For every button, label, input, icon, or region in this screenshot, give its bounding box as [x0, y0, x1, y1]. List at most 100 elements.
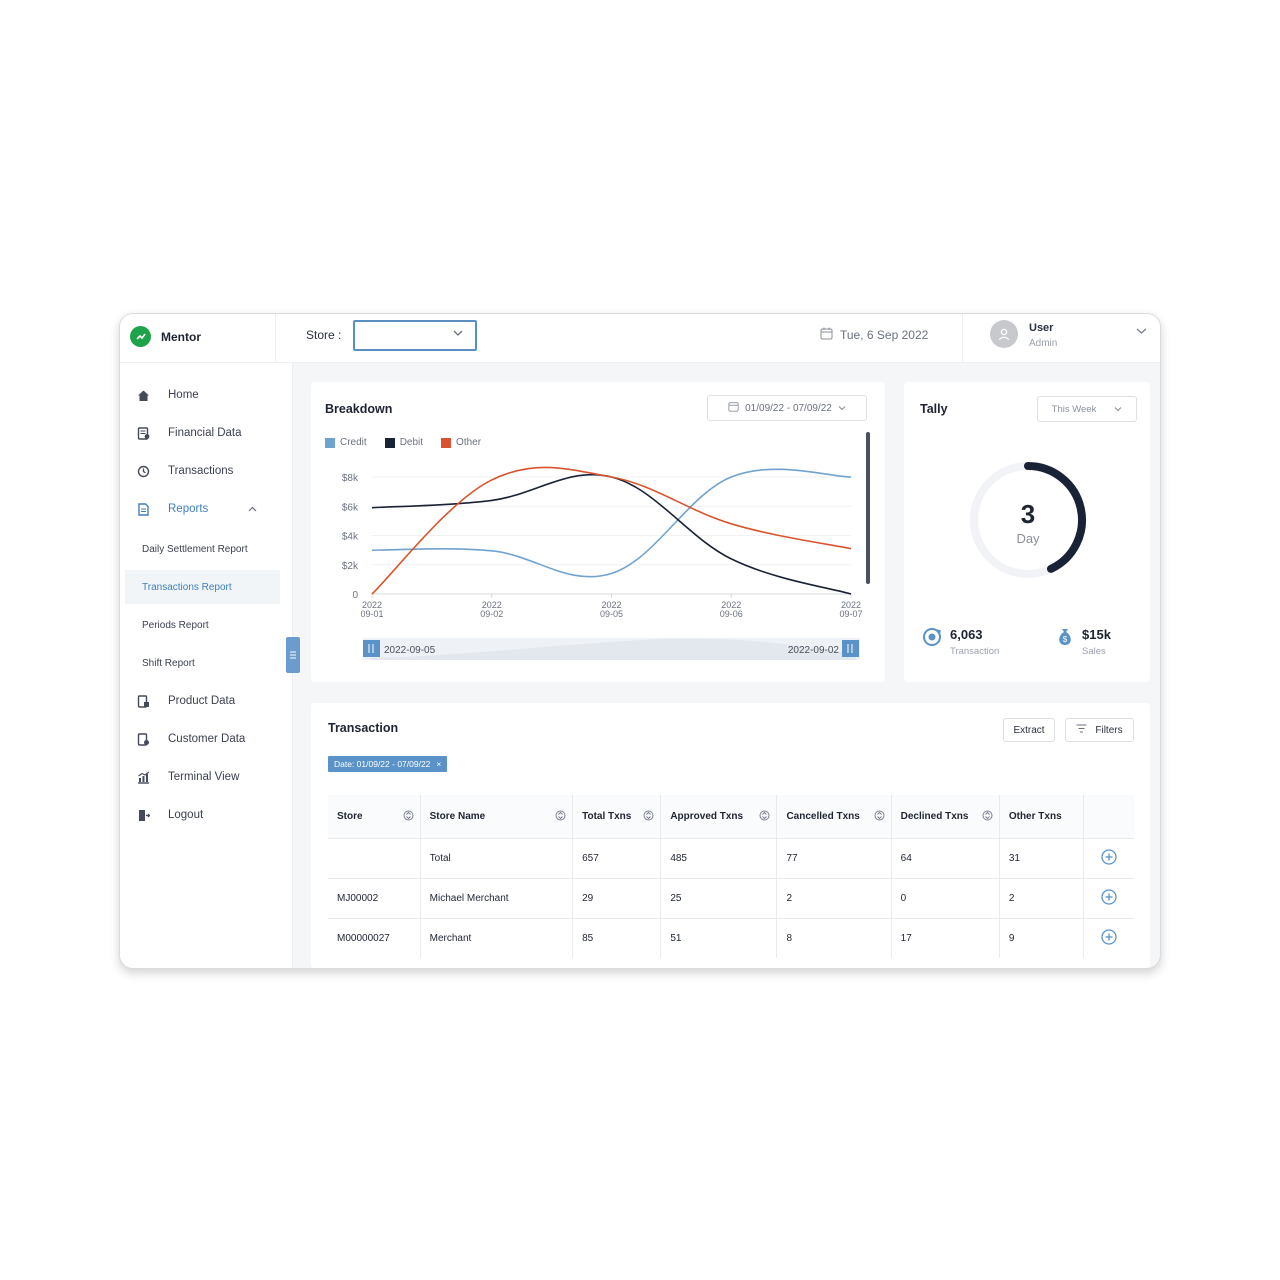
column-header-approved-txns[interactable]: Approved Txns — [660, 795, 778, 839]
sidebar-subitem-transactions-report[interactable]: Transactions Report — [125, 570, 280, 604]
sidebar-subitem-periods-report[interactable]: Periods Report — [125, 608, 280, 642]
table-row[interactable]: M00000027 Merchant 85 51 8 17 9 — [328, 918, 1134, 958]
transaction-title: Transaction — [328, 721, 399, 735]
column-header-total-txns[interactable]: Total Txns — [572, 795, 662, 839]
range-slider-end-label: 2022-09-02 — [788, 645, 840, 656]
sidebar-subitem-label: Periods Report — [142, 619, 209, 631]
close-icon[interactable]: × — [436, 759, 441, 769]
range-slider[interactable]: 2022-09-05 2022-09-02 — [363, 638, 860, 660]
gauge-unit: Day — [1016, 531, 1040, 546]
sidebar-item-label: Reports — [168, 503, 209, 515]
divider — [275, 314, 276, 362]
table-header-row: Store Store Name Total Txns Approved Txn… — [328, 795, 1134, 839]
plus-circle-icon — [1101, 889, 1117, 905]
sidebar-collapse-handle[interactable] — [286, 637, 300, 673]
extract-button[interactable]: Extract — [1003, 718, 1055, 742]
user-menu-chevron-icon[interactable] — [1136, 326, 1147, 338]
range-slider-handle-left[interactable] — [363, 640, 380, 657]
date-text: Tue, 6 Sep 2022 — [840, 328, 929, 342]
y-tick-label: 0 — [352, 590, 358, 601]
sidebar-item-logout[interactable]: Logout — [136, 805, 203, 825]
logout-icon — [136, 808, 150, 822]
column-header-actions — [1083, 795, 1134, 839]
expand-row-button[interactable] — [1083, 838, 1134, 879]
column-header-store[interactable]: Store — [328, 795, 421, 839]
cell-store: MJ00002 — [328, 878, 421, 919]
sort-icon — [555, 810, 566, 821]
sidebar-subitem-daily-settlement-report[interactable]: Daily Settlement Report — [125, 532, 280, 566]
expand-row-button[interactable] — [1083, 918, 1134, 958]
extract-label: Extract — [1013, 724, 1045, 736]
column-header-label: Store Name — [429, 811, 486, 822]
tally-title: Tally — [920, 402, 948, 416]
drag-handle-icon — [290, 651, 296, 659]
range-slider-handle-right[interactable] — [842, 640, 859, 657]
table-row[interactable]: MJ00002 Michael Merchant 29 25 2 0 2 — [328, 878, 1134, 919]
calendar-icon — [820, 327, 833, 343]
sidebar-subitem-label: Daily Settlement Report — [142, 543, 248, 555]
cell-store-name: Michael Merchant — [420, 878, 574, 919]
current-date: Tue, 6 Sep 2022 — [820, 327, 928, 343]
series-line-credit — [371, 468, 852, 578]
sidebar: Home Financial Data Transactions Reports… — [120, 363, 293, 968]
avatar[interactable] — [990, 320, 1018, 348]
chevron-up-icon — [248, 503, 257, 515]
sidebar-item-label: Product Data — [168, 695, 236, 707]
filters-label: Filters — [1095, 724, 1123, 736]
x-tick-label: 09-01 — [360, 609, 383, 619]
filters-button[interactable]: Filters — [1065, 718, 1134, 742]
store-label: Store : — [306, 328, 342, 342]
sidebar-item-terminal-view[interactable]: Terminal View — [136, 767, 239, 787]
tally-card: Tally This Week 3 Day 6,063 Transaction … — [904, 382, 1150, 682]
cell-other-txns: 2 — [999, 878, 1085, 919]
product-data-icon — [136, 694, 150, 708]
home-icon — [136, 388, 150, 402]
gauge-progress-arc — [1024, 462, 1086, 573]
x-tick-label: 09-02 — [480, 609, 503, 619]
cell-total-txns: 657 — [572, 838, 662, 879]
divider — [962, 314, 963, 362]
cell-other-txns: 9 — [999, 918, 1085, 958]
table-row[interactable]: Total 657 485 77 64 31 — [328, 838, 1134, 879]
sidebar-item-financial-data[interactable]: Financial Data — [136, 423, 242, 443]
sort-icon — [403, 810, 414, 821]
store-select[interactable] — [353, 320, 477, 351]
cell-declined-txns: 17 — [891, 918, 1000, 958]
x-tick-label: 09-07 — [839, 609, 862, 619]
cell-other-txns: 31 — [999, 838, 1085, 879]
sidebar-subitem-shift-report[interactable]: Shift Report — [125, 646, 280, 680]
tally-transactions-stat: 6,063 Transaction — [922, 627, 999, 657]
x-tick-label: 09-05 — [600, 609, 623, 619]
column-header-other-txns[interactable]: Other Txns — [999, 795, 1085, 839]
column-header-label: Cancelled Txns — [786, 811, 860, 822]
chart-scrollbar[interactable] — [866, 432, 870, 584]
plus-circle-icon — [1101, 929, 1117, 945]
cell-total-txns: 85 — [572, 918, 662, 958]
sidebar-item-label: Transactions — [168, 465, 234, 477]
user-name: User — [1029, 322, 1054, 334]
brand[interactable]: Mentor — [130, 326, 201, 347]
date-filter-chip[interactable]: Date: 01/09/22 - 07/09/22 × — [328, 756, 448, 772]
transactions-value: 6,063 — [950, 627, 983, 642]
sidebar-item-label: Home — [168, 389, 199, 401]
transactions-label: Transaction — [950, 646, 1000, 657]
transactions-icon — [136, 464, 150, 478]
plus-circle-icon — [1101, 849, 1117, 865]
column-header-store-name[interactable]: Store Name — [420, 795, 574, 839]
column-header-cancelled-txns[interactable]: Cancelled Txns — [776, 795, 892, 839]
brand-name: Mentor — [161, 329, 201, 344]
expand-row-button[interactable] — [1083, 878, 1134, 919]
series-line-other — [371, 466, 852, 595]
tally-period-select[interactable]: This Week — [1037, 396, 1137, 422]
sidebar-item-home[interactable]: Home — [136, 385, 199, 405]
chip-label: Date: 01/09/22 - 07/09/22 — [334, 759, 431, 769]
x-tick-label: 09-06 — [720, 609, 743, 619]
column-header-declined-txns[interactable]: Declined Txns — [891, 795, 1000, 839]
sidebar-item-reports[interactable]: Reports — [136, 499, 257, 519]
column-header-label: Total Txns — [582, 811, 632, 822]
sidebar-item-transactions[interactable]: Transactions — [136, 461, 233, 481]
cell-store-name: Merchant — [420, 918, 574, 958]
breakdown-card: Breakdown 01/09/22 - 07/09/22 Credit Deb… — [311, 382, 885, 682]
sidebar-item-product-data[interactable]: Product Data — [136, 691, 235, 711]
sidebar-item-customer-data[interactable]: Customer Data — [136, 729, 245, 749]
